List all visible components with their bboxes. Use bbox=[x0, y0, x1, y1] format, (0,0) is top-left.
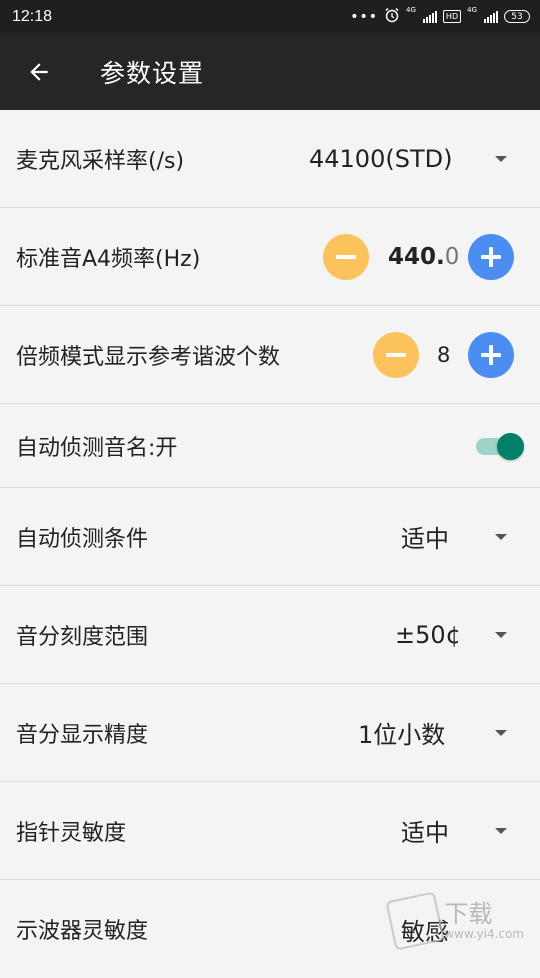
setting-label: 音分刻度范围 bbox=[16, 624, 149, 650]
app-bar: 参数设置 bbox=[0, 33, 540, 110]
dropdown-arrow-icon bbox=[495, 533, 507, 540]
back-arrow-icon[interactable] bbox=[0, 33, 78, 110]
dropdown-arrow-icon bbox=[495, 155, 507, 162]
setting-harmonics: 倍频模式显示参考谐波个数 8 bbox=[0, 306, 540, 404]
a4-frequency-value: 440.0 bbox=[388, 244, 459, 270]
harmonics-value: 8 bbox=[437, 342, 451, 367]
status-time: 12:18 bbox=[12, 7, 53, 25]
dropdown-arrow-icon bbox=[495, 729, 507, 736]
cent-range-value: ±50¢ bbox=[395, 620, 461, 649]
watermark-title: 下载 bbox=[444, 900, 493, 928]
alarm-icon bbox=[384, 7, 400, 26]
setting-sample-rate[interactable]: 麦克风采样率(/s) 44100(STD) bbox=[0, 110, 540, 208]
status-bar: 12:18 ••• 4G HD 4G 53 bbox=[0, 0, 540, 33]
needle-sensitivity-value: 适中 bbox=[401, 819, 449, 847]
setting-label: 示波器灵敏度 bbox=[16, 919, 149, 944]
setting-label: 倍频模式显示参考谐波个数 bbox=[16, 344, 281, 370]
setting-auto-detect-note[interactable]: 自动侦测音名:开 bbox=[0, 404, 540, 488]
battery-icon: 53 bbox=[504, 10, 530, 23]
setting-label: 指针灵敏度 bbox=[16, 820, 127, 846]
dropdown-arrow-icon bbox=[495, 631, 507, 638]
setting-label: 自动侦测音名:开 bbox=[16, 435, 178, 461]
network-type-2: 4G bbox=[467, 6, 477, 14]
signal-icon-1 bbox=[422, 10, 437, 23]
decrease-harmonics-button[interactable] bbox=[373, 331, 419, 378]
auto-detect-toggle[interactable] bbox=[476, 432, 524, 460]
status-icons: ••• 4G HD 4G 53 bbox=[350, 7, 530, 26]
setting-needle-sensitivity[interactable]: 指针灵敏度 适中 bbox=[0, 782, 540, 880]
dropdown-arrow-icon bbox=[495, 827, 507, 834]
page-title: 参数设置 bbox=[100, 58, 205, 88]
increase-a4-button[interactable] bbox=[468, 233, 514, 280]
a4-frequency-decimal: 0 bbox=[444, 243, 460, 270]
auto-detect-condition-value: 适中 bbox=[401, 525, 449, 553]
watermark-box-icon bbox=[385, 891, 445, 951]
cent-precision-value: 1位小数 bbox=[358, 721, 446, 749]
increase-harmonics-button[interactable] bbox=[468, 331, 514, 378]
signal-icon-2 bbox=[484, 10, 498, 23]
setting-label: 麦克风采样率(/s) bbox=[16, 148, 185, 174]
settings-list: 麦克风采样率(/s) 44100(STD) 标准音A4频率(Hz) 440.0 … bbox=[0, 110, 540, 978]
setting-auto-detect-condition[interactable]: 自动侦测条件 适中 bbox=[0, 488, 540, 586]
decrease-a4-button[interactable] bbox=[323, 233, 369, 280]
setting-label: 标准音A4频率(Hz) bbox=[16, 246, 201, 272]
minus-icon bbox=[386, 352, 406, 357]
watermark-url: www.yi4.com bbox=[444, 927, 524, 941]
notification-dots-icon: ••• bbox=[350, 8, 379, 25]
setting-a4-frequency: 标准音A4频率(Hz) 440.0 bbox=[0, 208, 540, 306]
a4-frequency-main: 440. bbox=[388, 243, 445, 270]
setting-cent-range[interactable]: 音分刻度范围 ±50¢ bbox=[0, 586, 540, 684]
toggle-thumb bbox=[497, 432, 524, 460]
setting-label: 音分显示精度 bbox=[16, 722, 149, 748]
watermark-logo: 下载 www.yi4.com bbox=[385, 891, 524, 951]
sample-rate-value: 44100(STD) bbox=[309, 144, 453, 173]
setting-cent-precision[interactable]: 音分显示精度 1位小数 bbox=[0, 684, 540, 782]
setting-label: 自动侦测条件 bbox=[16, 526, 149, 552]
network-type-1: 4G bbox=[406, 6, 416, 14]
hd-badge: HD bbox=[442, 10, 462, 23]
minus-icon bbox=[336, 254, 356, 259]
